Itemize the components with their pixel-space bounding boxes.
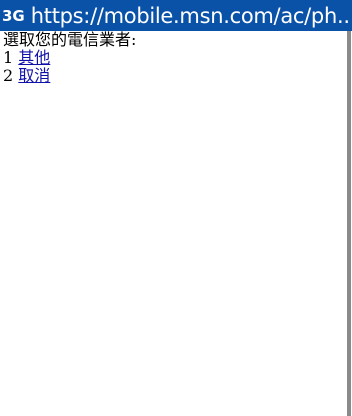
carrier-prompt: 選取您的電信業者: (3, 30, 137, 49)
option-link-cancel[interactable]: 取消 (18, 66, 50, 85)
browser-status-bar: 3G https://mobile.msn.com/ac/ph... (0, 0, 352, 31)
option-number: 1 (3, 48, 14, 67)
option-number: 2 (3, 66, 14, 85)
option-link-other[interactable]: 其他 (18, 48, 50, 67)
address-bar-url[interactable]: https://mobile.msn.com/ac/ph... (31, 4, 352, 28)
vertical-scrollbar[interactable] (347, 31, 351, 416)
list-item: 1 其他 (3, 49, 343, 67)
list-item: 2 取消 (3, 67, 343, 85)
network-indicator: 3G (2, 6, 25, 25)
page-content: 選取您的電信業者: 1 其他 2 取消 (3, 31, 343, 85)
